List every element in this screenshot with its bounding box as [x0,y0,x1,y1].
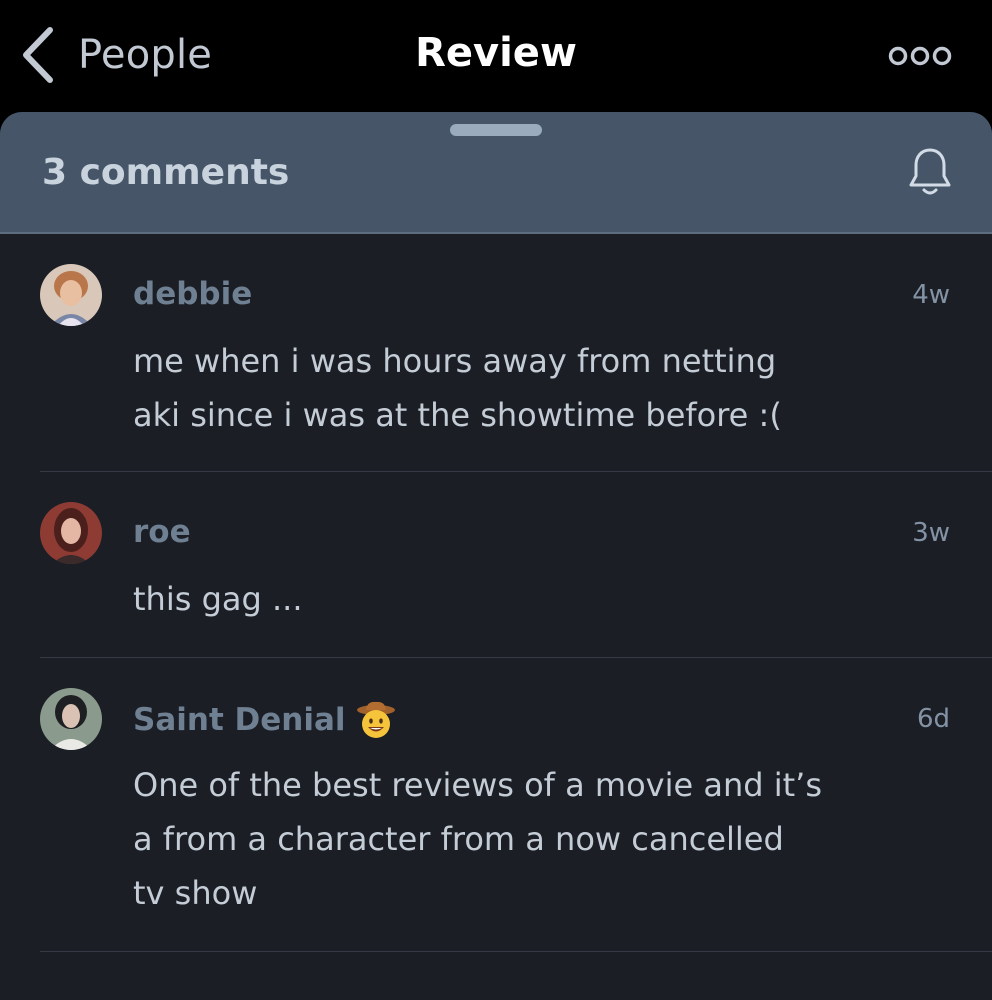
author-name: Saint Denial [133,702,346,738]
sheet-header: 3 comments [0,112,992,234]
author-name: roe [133,514,191,550]
notifications-button[interactable] [908,146,952,198]
bell-icon [908,146,952,198]
comment-author[interactable]: debbie [133,276,252,312]
comment-text: me when i was hours away from netting ak… [133,342,782,434]
avatar[interactable] [40,264,102,326]
comments-sheet: 3 comments debbie 4w me when i was hours… [0,112,992,1000]
comment-author[interactable]: roe [133,514,191,550]
comment-count: 3 comments [42,152,290,193]
comment-text: One of the best reviews of a movie and i… [133,766,822,912]
author-name: debbie [133,276,253,312]
comment-item: roe 3w this gag ... [0,472,992,658]
page-title: Review [415,30,577,76]
comment-text: this gag ... [133,580,303,618]
avatar[interactable] [40,502,102,564]
ellipsis-icon [888,42,952,70]
cowboy-face-emoji-icon [356,700,396,740]
more-options-button[interactable] [888,42,952,70]
navigation-bar: People Review [0,0,992,110]
comment-timestamp: 6d [916,704,950,734]
comment-timestamp: 3w [912,518,950,548]
comment-item: Saint Denial 6d One of the best reviews … [0,658,992,952]
sheet-grabber-handle[interactable] [450,124,542,136]
comment-timestamp: 4w [912,280,950,310]
comment-item: debbie 4w me when i was hours away from … [0,234,992,472]
avatar[interactable] [40,688,102,750]
comment-list: debbie 4w me when i was hours away from … [0,234,992,952]
comment-author[interactable]: Saint Denial [133,700,396,740]
